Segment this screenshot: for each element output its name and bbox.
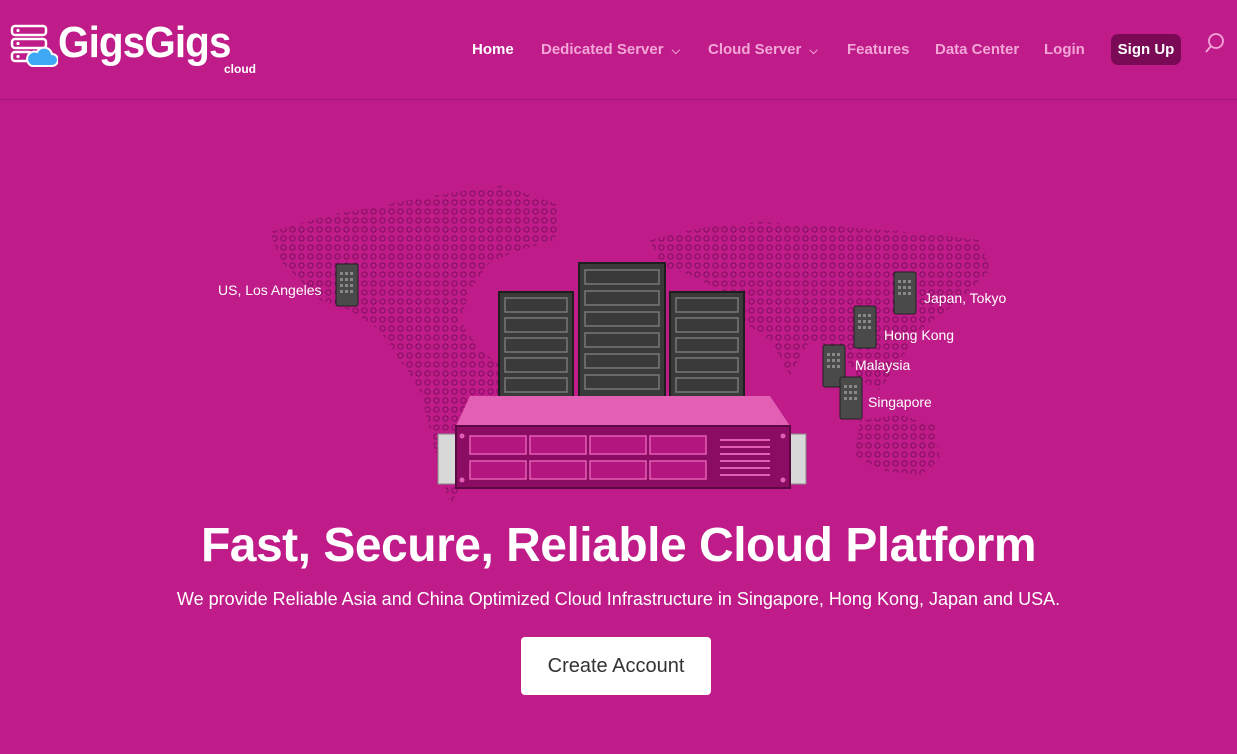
nav-dedicated-server[interactable]: Dedicated Server ⌵: [541, 34, 680, 66]
server-cloud-logo-icon: [10, 24, 58, 67]
brand-name: GigsGigs: [58, 18, 232, 67]
logo[interactable]: GigsGigs cloud: [10, 18, 256, 80]
location-label-japan: Japan, Tokyo: [924, 290, 1007, 306]
nav-home-label: Home: [472, 41, 514, 58]
nav-features[interactable]: Features: [847, 34, 910, 66]
site-header: GigsGigs cloud Home Dedicated Server ⌵ Cl…: [0, 0, 1237, 100]
server-rack-icon: [669, 291, 745, 403]
chevron-down-icon: ⌵: [671, 45, 680, 57]
location-server-icon: [853, 305, 877, 349]
signup-button[interactable]: Sign Up: [1111, 34, 1181, 65]
nav-dedicated-label: Dedicated Server: [541, 41, 664, 58]
hero-subtitle: We provide Reliable Asia and China Optim…: [176, 589, 1061, 609]
location-label-hongkong: Hong Kong: [884, 327, 955, 343]
create-account-button[interactable]: Create Account: [521, 637, 711, 695]
location-label-malaysia: Malaysia: [855, 357, 911, 373]
nav-datacenter-label: Data Center: [935, 41, 1020, 58]
nav-home[interactable]: Home: [472, 34, 514, 66]
brand-sub: cloud: [224, 62, 256, 76]
nav-cloud-label: Cloud Server: [708, 41, 802, 58]
server-rack-icon: [578, 262, 666, 404]
storage-chassis-icon: [437, 396, 807, 489]
nav-features-label: Features: [847, 41, 910, 58]
server-rack-icon: [498, 291, 574, 403]
nav-login[interactable]: Login: [1044, 34, 1085, 66]
search-icon[interactable]: [1204, 32, 1226, 54]
nav-data-center[interactable]: Data Center: [935, 34, 1019, 66]
nav-login-label: Login: [1044, 41, 1085, 58]
hero-title: Fast, Secure, Reliable Cloud Platform: [200, 519, 1037, 572]
location-server-icon: [839, 376, 863, 420]
location-label-us: US, Los Angeles: [218, 282, 322, 298]
chevron-down-icon: ⌵: [809, 45, 818, 57]
location-label-singapore: Singapore: [868, 394, 932, 410]
nav-cloud-server[interactable]: Cloud Server ⌵: [708, 34, 818, 66]
location-server-icon: [893, 271, 917, 315]
hero-illustration: [270, 185, 990, 505]
location-server-icon: [335, 263, 359, 307]
